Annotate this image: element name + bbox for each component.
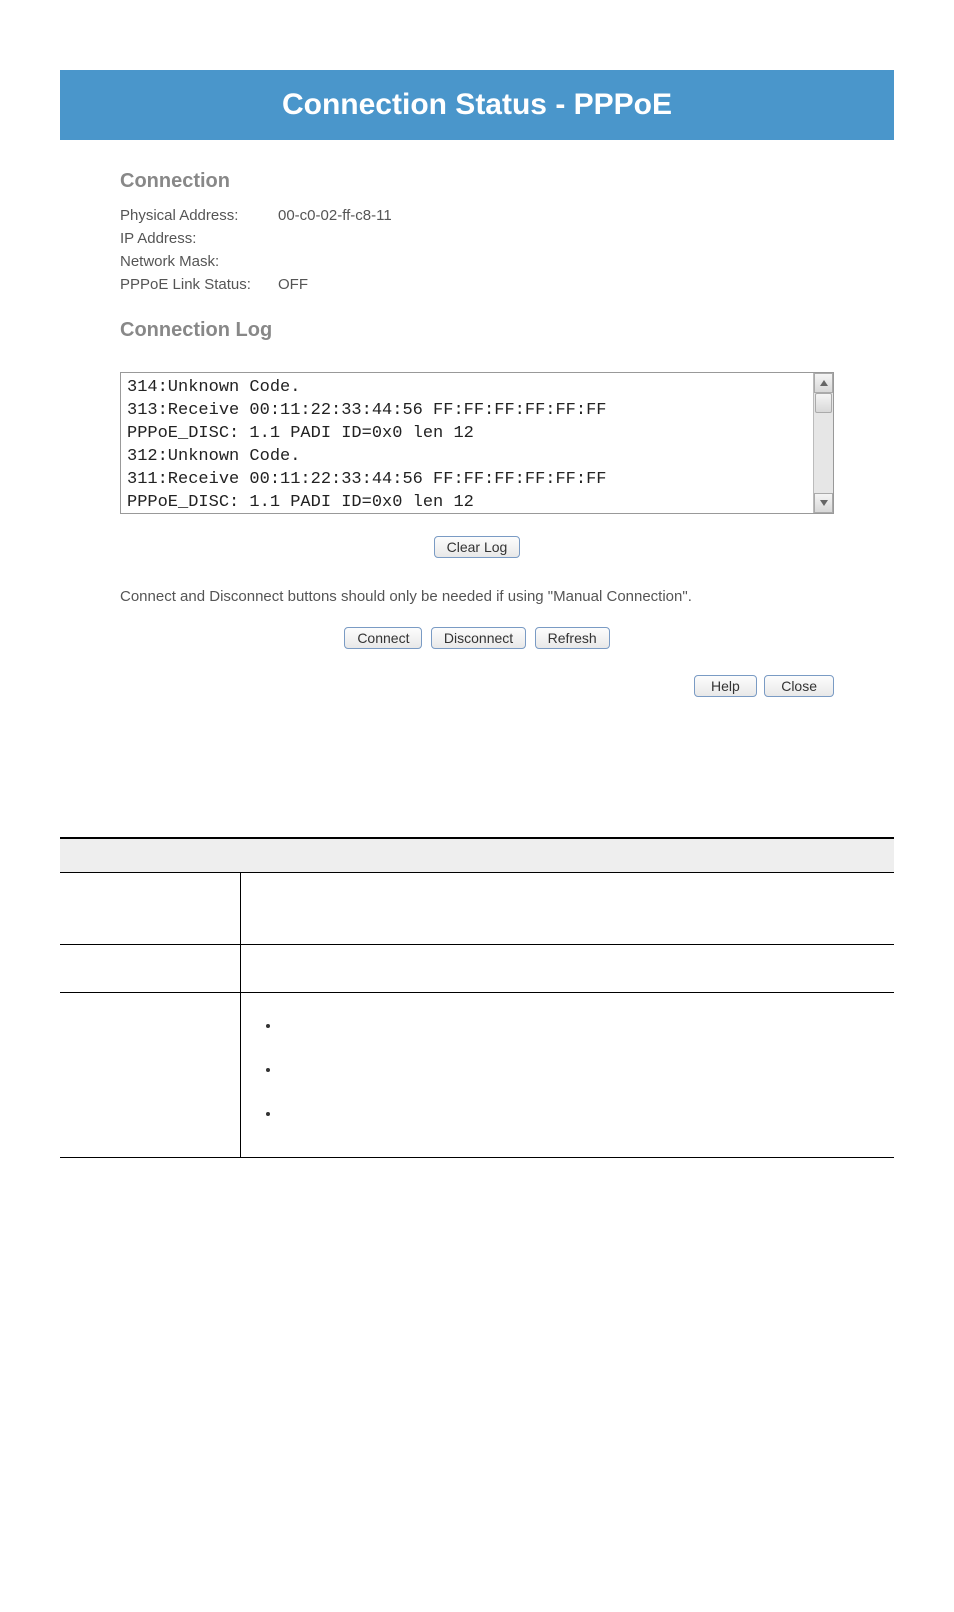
table-header <box>60 838 894 872</box>
log-textarea-container: 314:Unknown Code. 313:Receive 00:11:22:3… <box>120 372 834 514</box>
action-button-row: Connect Disconnect Refresh <box>120 627 834 649</box>
table-header-row <box>60 838 894 872</box>
table-cell-right <box>240 992 894 1157</box>
scroll-thumb[interactable] <box>815 393 832 413</box>
refresh-button[interactable]: Refresh <box>535 627 610 649</box>
content-area: Connection Physical Address: 00-c0-02-ff… <box>60 140 894 727</box>
log-textarea[interactable]: 314:Unknown Code. 313:Receive 00:11:22:3… <box>121 373 813 513</box>
label-network-mask: Network Mask: <box>120 253 278 270</box>
value-physical-address: 00-c0-02-ff-c8-11 <box>278 207 392 224</box>
scroll-track[interactable] <box>814 393 833 493</box>
clear-log-button[interactable]: Clear Log <box>434 536 521 558</box>
page-title: Connection Status - PPPoE <box>282 88 672 121</box>
info-row-physical-address: Physical Address: 00-c0-02-ff-c8-11 <box>120 207 834 224</box>
table-cell-right <box>240 944 894 992</box>
data-table <box>60 837 894 1158</box>
log-section-title: Connection Log <box>120 319 834 342</box>
list-item <box>281 1105 885 1121</box>
clear-log-row: Clear Log <box>120 536 834 558</box>
label-physical-address: Physical Address: <box>120 207 278 224</box>
log-scrollbar[interactable] <box>813 373 833 513</box>
table-cell-right <box>240 872 894 944</box>
table-row <box>60 872 894 944</box>
disconnect-button[interactable]: Disconnect <box>431 627 526 649</box>
label-pppoe-status: PPPoE Link Status: <box>120 276 278 293</box>
table-row <box>60 992 894 1157</box>
info-row-ip-address: IP Address: <box>120 230 834 247</box>
page-header: Connection Status - PPPoE <box>60 70 894 140</box>
bottom-button-row: Help Close <box>120 675 834 697</box>
table-cell-left <box>60 872 240 944</box>
close-button[interactable]: Close <box>764 675 834 697</box>
table-row <box>60 944 894 992</box>
table-cell-left <box>60 992 240 1157</box>
scroll-up-icon[interactable] <box>814 373 833 393</box>
log-section: Connection Log 314:Unknown Code. 313:Rec… <box>120 319 834 558</box>
table-cell-left <box>60 944 240 992</box>
scroll-down-icon[interactable] <box>814 493 833 513</box>
bullet-list <box>251 1017 885 1121</box>
label-ip-address: IP Address: <box>120 230 278 247</box>
list-item <box>281 1061 885 1077</box>
value-pppoe-status: OFF <box>278 276 308 293</box>
hint-text: Connect and Disconnect buttons should on… <box>120 586 834 607</box>
info-row-network-mask: Network Mask: <box>120 253 834 270</box>
connect-button[interactable]: Connect <box>344 627 422 649</box>
info-row-pppoe-status: PPPoE Link Status: OFF <box>120 276 834 293</box>
help-button[interactable]: Help <box>694 675 757 697</box>
connection-section-title: Connection <box>120 170 834 193</box>
list-item <box>281 1017 885 1033</box>
